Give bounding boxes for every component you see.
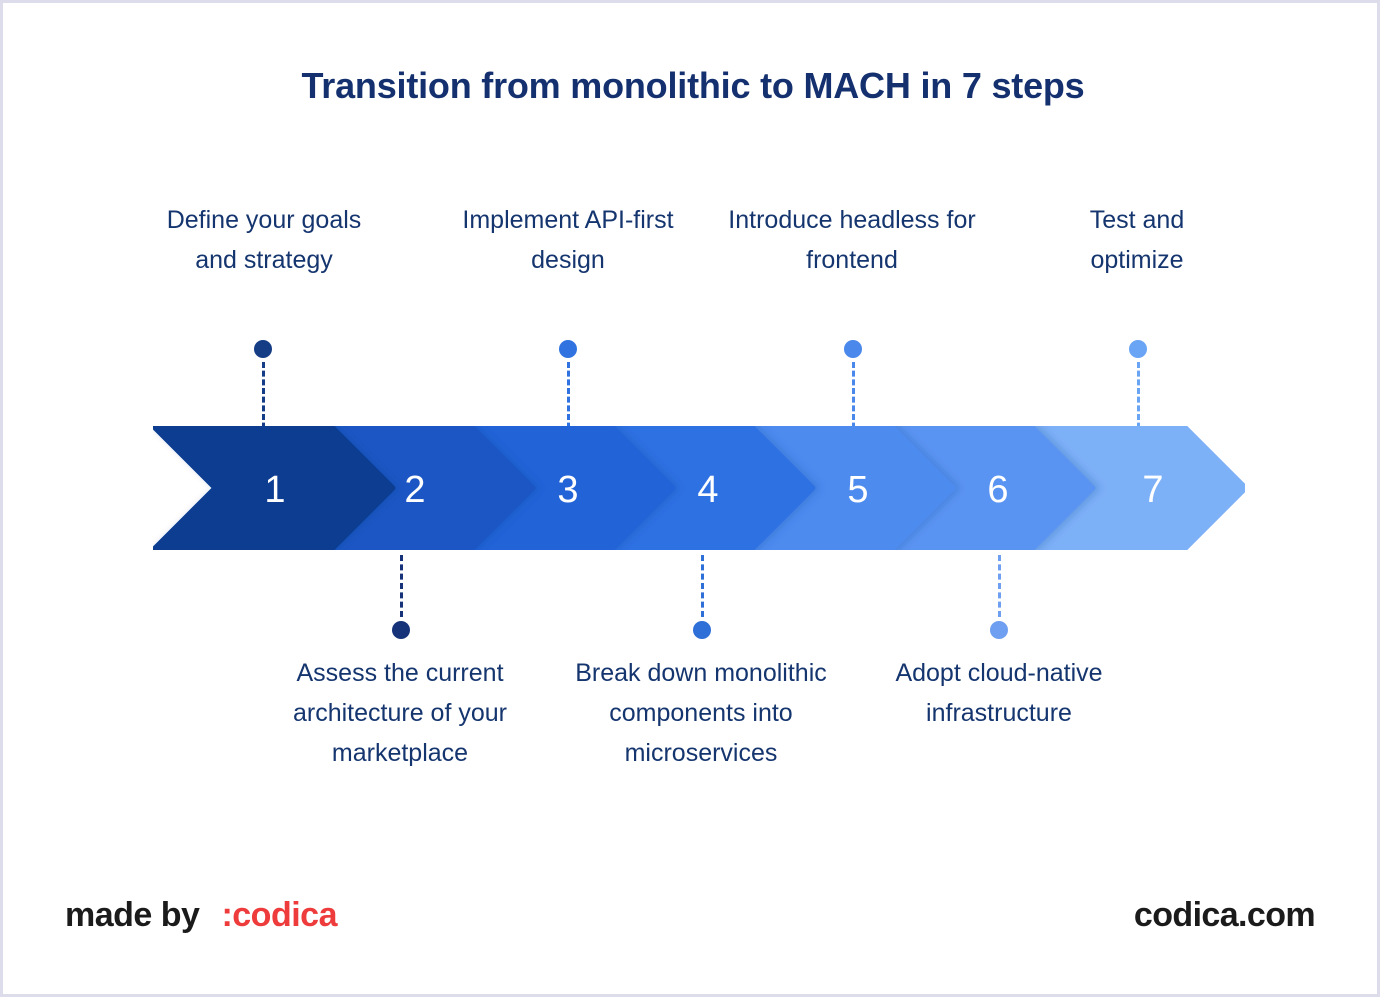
connector-dot-2 xyxy=(392,621,410,639)
chevron-number-1: 1 xyxy=(264,469,285,511)
step-label-2: Assess the current architecture of your … xyxy=(293,659,507,767)
footer-made-by: made by :codica xyxy=(65,896,337,935)
step-label-5: Introduce headless for frontend xyxy=(728,206,976,274)
connector-dot-5 xyxy=(844,340,862,358)
footer-website: codica.com xyxy=(1133,896,1316,934)
connector-dot-7 xyxy=(1129,340,1147,358)
connector-dot-3 xyxy=(559,340,577,358)
page-title: Transition from monolithic to MACH in 7 … xyxy=(301,65,1085,106)
connector-dash-6 xyxy=(997,555,1001,617)
step-label-3: Implement API-first design xyxy=(462,206,674,274)
connector-dash-4 xyxy=(700,555,704,617)
connector-step-6 xyxy=(989,555,1009,639)
chevron-number-7: 7 xyxy=(1142,469,1163,511)
connector-step-2 xyxy=(391,555,411,639)
chevron-number-4: 4 xyxy=(697,469,718,511)
connector-dot-4 xyxy=(693,621,711,639)
step-label-6: Adopt cloud-native infrastructure xyxy=(895,659,1103,727)
connector-dot-6 xyxy=(990,621,1008,639)
step-label-1: Define your goals and strategy xyxy=(166,206,362,274)
chevron-number-2: 2 xyxy=(404,469,425,511)
connector-dot-1 xyxy=(254,340,272,358)
step-label-4: Break down monolithic components into mi… xyxy=(575,659,827,767)
infographic-canvas: Transition from monolithic to MACH in 7 … xyxy=(0,0,1380,997)
connector-dash-2 xyxy=(399,555,403,617)
chevron-number-5: 5 xyxy=(847,469,868,511)
process-arrow-strip: 7 6 5 4 3 2 1 xyxy=(153,426,1245,550)
chevron-number-6: 6 xyxy=(987,469,1008,511)
connector-step-4 xyxy=(692,555,712,639)
chevron-number-3: 3 xyxy=(557,469,578,511)
step-label-7: Test and optimize xyxy=(1089,206,1185,274)
made-by-text: made by xyxy=(65,896,200,934)
codica-logo: :codica xyxy=(221,896,337,934)
